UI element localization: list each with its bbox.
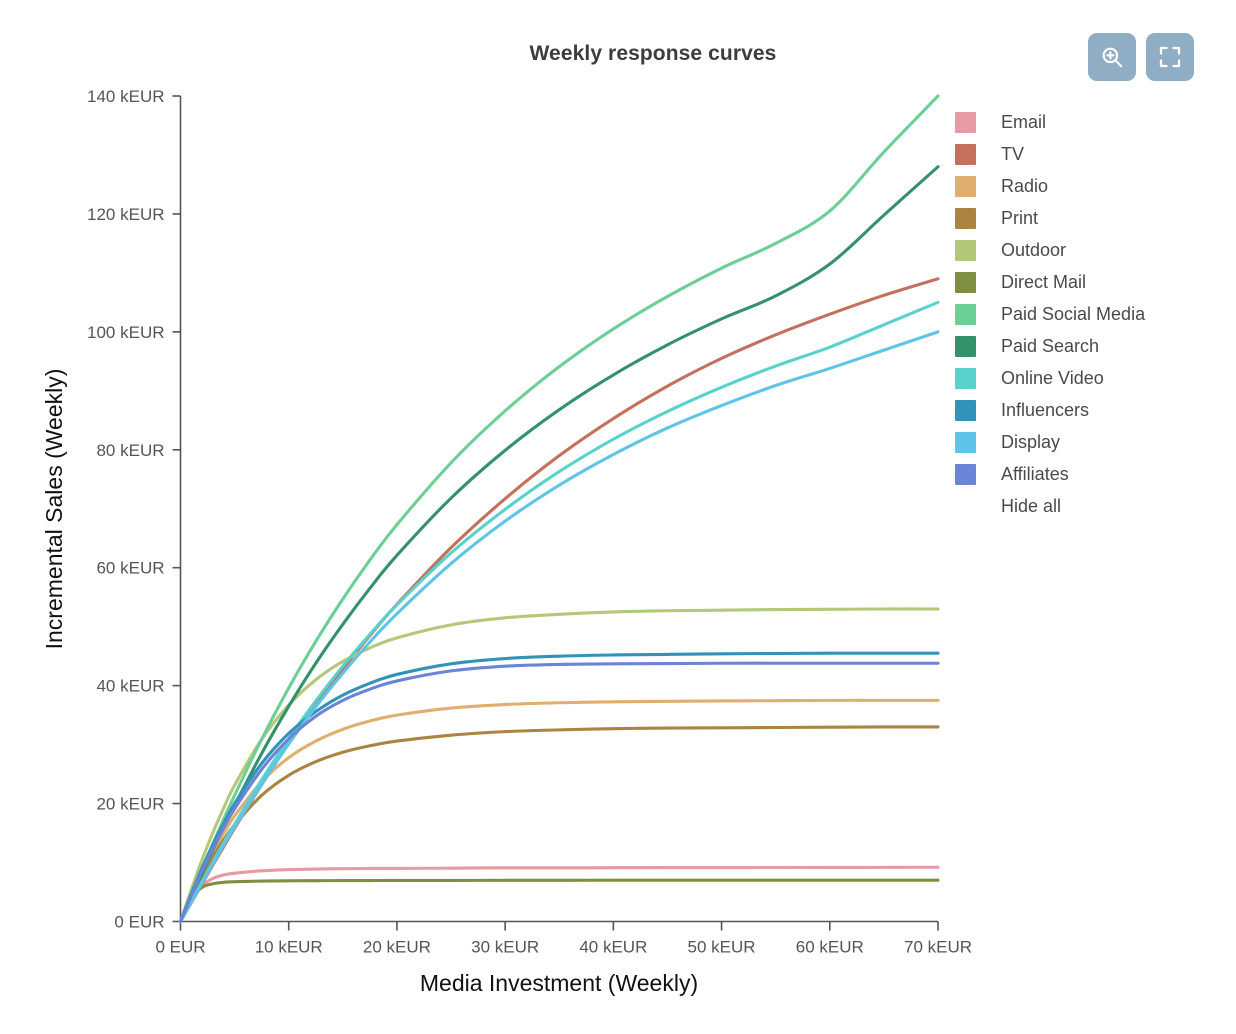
series-line-print[interactable] bbox=[178, 725, 940, 924]
legend-swatch bbox=[955, 335, 976, 357]
legend-item-label: Display bbox=[1001, 431, 1061, 452]
legend-item-label: Affiliates bbox=[1001, 463, 1069, 484]
x-tick-label: 20 kEUR bbox=[363, 938, 431, 957]
series-line-tv[interactable] bbox=[178, 277, 940, 924]
legend-item-outdoor[interactable]: Outdoor bbox=[955, 234, 1225, 266]
legend-item-label: Direct Mail bbox=[1001, 271, 1087, 292]
legend-swatch bbox=[955, 239, 976, 261]
legend-hide-all-label: Hide all bbox=[1001, 495, 1062, 516]
y-tick-label: 20 kEUR bbox=[96, 795, 164, 814]
legend-item-paid-search[interactable]: Paid Search bbox=[955, 330, 1225, 362]
x-tick-label: 10 kEUR bbox=[255, 938, 323, 957]
series-line-direct-mail[interactable] bbox=[178, 878, 940, 924]
series-line-paid-social-media[interactable] bbox=[178, 94, 940, 924]
legend-item-label: Paid Social Media bbox=[1001, 303, 1146, 324]
legend-item-online-video[interactable]: Online Video bbox=[955, 362, 1225, 394]
legend-swatch bbox=[955, 303, 976, 325]
legend-item-label: Paid Search bbox=[1001, 335, 1100, 356]
legend-item-label: Print bbox=[1001, 207, 1039, 228]
y-axis-title: Incremental Sales (Weekly) bbox=[41, 369, 67, 650]
legend-item-label: Radio bbox=[1001, 175, 1049, 196]
x-tick-label: 0 EUR bbox=[155, 938, 205, 957]
y-tick-label: 140 kEUR bbox=[87, 87, 164, 106]
legend-item-paid-social-media[interactable]: Paid Social Media bbox=[955, 298, 1225, 330]
legend-hide-all-button[interactable]: Hide all bbox=[955, 490, 1225, 522]
x-tick-label: 70 kEUR bbox=[904, 938, 972, 957]
legend-item-label: Online Video bbox=[1001, 367, 1104, 388]
y-tick-label: 120 kEUR bbox=[87, 205, 164, 224]
x-axis-ticks: 0 EUR 10 kEUR 20 kEUR 30 kEUR 40 kEUR 50 kEUR… bbox=[155, 921, 972, 957]
chart-legend: Email TV Radio Print Outdoor Direct Mail Paid … bbox=[955, 106, 1225, 522]
legend-swatch bbox=[955, 207, 976, 229]
legend-item-label: Email bbox=[1001, 111, 1047, 132]
x-tick-label: 60 kEUR bbox=[796, 938, 864, 957]
legend-item-label: Outdoor bbox=[1001, 239, 1067, 260]
legend-swatch bbox=[955, 367, 976, 389]
legend-item-email[interactable]: Email bbox=[955, 106, 1225, 138]
legend-item-label: Influencers bbox=[1001, 399, 1090, 420]
legend-item-display[interactable]: Display bbox=[955, 426, 1225, 458]
y-tick-label: 100 kEUR bbox=[87, 323, 164, 342]
y-tick-label: 80 kEUR bbox=[96, 441, 164, 460]
y-tick-label: 60 kEUR bbox=[96, 559, 164, 578]
series-lines bbox=[178, 94, 940, 924]
x-tick-label: 50 kEUR bbox=[688, 938, 756, 957]
legend-item-label: TV bbox=[1001, 143, 1025, 164]
y-axis-ticks: 0 EUR 20 kEUR 40 kEUR 60 kEUR 80 kEUR 100 kEU… bbox=[87, 87, 181, 932]
x-tick-label: 30 kEUR bbox=[471, 938, 539, 957]
legend-item-radio[interactable]: Radio bbox=[955, 170, 1225, 202]
series-line-paid-search[interactable] bbox=[178, 165, 940, 924]
legend-swatch bbox=[955, 175, 976, 197]
legend-swatch bbox=[955, 143, 976, 165]
y-tick-label: 40 kEUR bbox=[96, 677, 164, 696]
x-tick-label: 40 kEUR bbox=[579, 938, 647, 957]
legend-swatch bbox=[955, 463, 976, 485]
x-axis-title: Media Investment (Weekly) bbox=[420, 970, 698, 996]
legend-swatch bbox=[955, 431, 976, 453]
legend-item-affiliates[interactable]: Affiliates bbox=[955, 458, 1225, 490]
legend-item-influencers[interactable]: Influencers bbox=[955, 394, 1225, 426]
response-curve-chart-card: Weekly response curves 0 EUR 20 kEUR 40 … bbox=[0, 0, 1236, 1034]
y-tick-label: 0 EUR bbox=[114, 913, 164, 932]
legend-item-tv[interactable]: TV bbox=[955, 138, 1225, 170]
legend-swatch bbox=[955, 399, 976, 421]
legend-swatch bbox=[955, 271, 976, 293]
series-line-email[interactable] bbox=[178, 865, 940, 924]
series-line-display[interactable] bbox=[178, 330, 940, 924]
legend-swatch bbox=[955, 111, 976, 133]
legend-item-direct-mail[interactable]: Direct Mail bbox=[955, 266, 1225, 298]
series-line-online-video[interactable] bbox=[178, 300, 940, 924]
legend-item-print[interactable]: Print bbox=[955, 202, 1225, 234]
legend-swatch-placeholder bbox=[955, 496, 976, 517]
